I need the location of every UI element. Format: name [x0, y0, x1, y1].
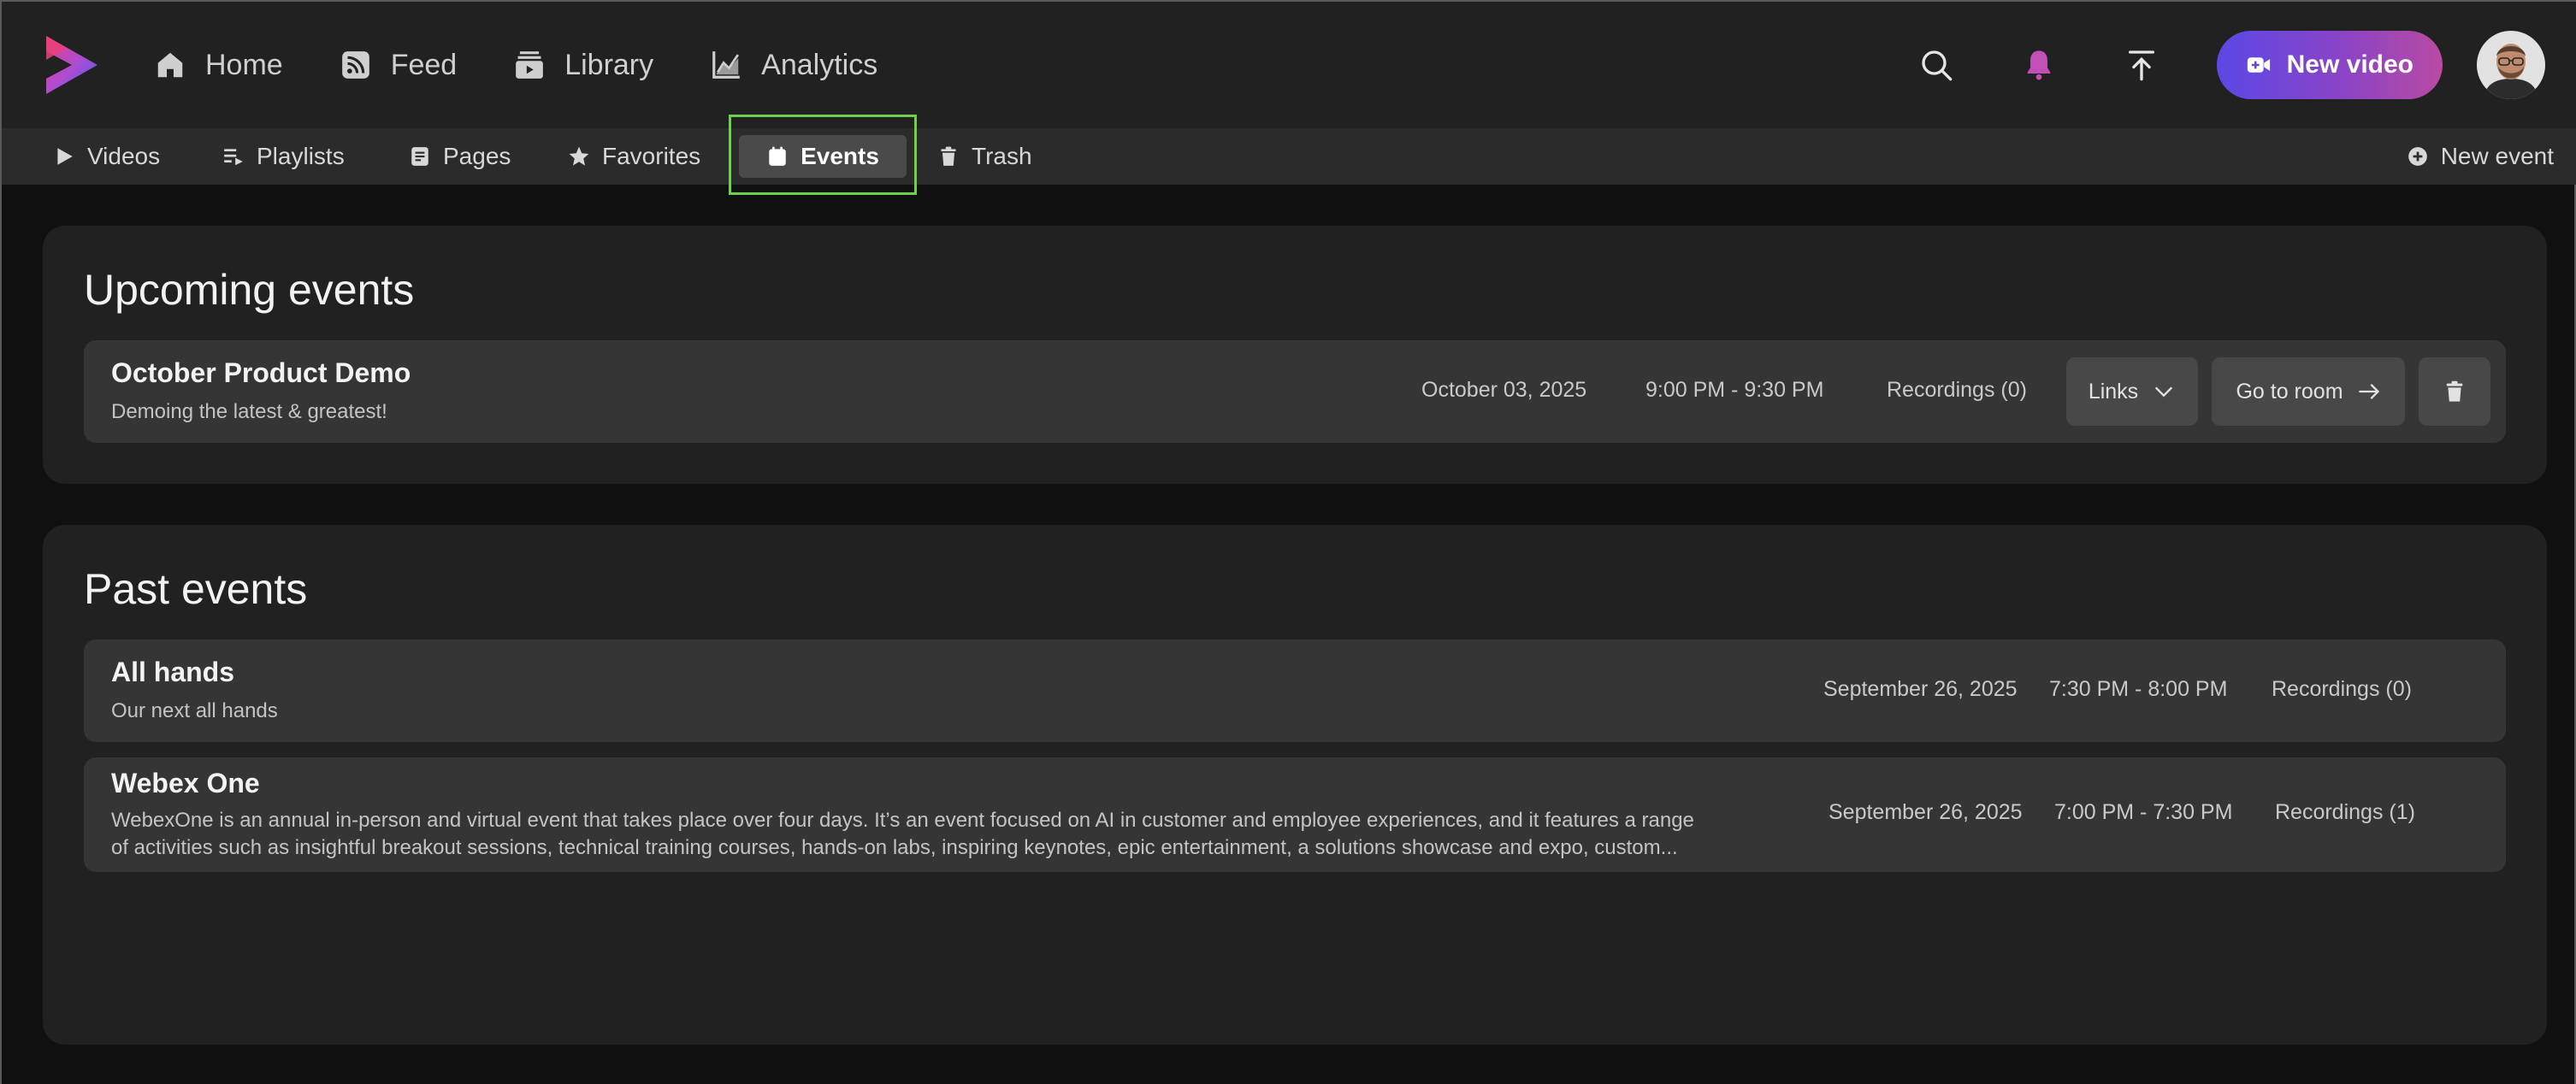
page-icon: [411, 147, 428, 166]
plus-circle-icon: [2408, 147, 2427, 166]
nav-home[interactable]: Home: [147, 31, 290, 99]
tab-favorites[interactable]: Favorites: [556, 135, 712, 178]
tab-trash-label: Trash: [972, 143, 1032, 169]
new-video-label: New video: [2286, 50, 2414, 79]
event-date: October 03, 2025: [1421, 378, 1587, 402]
event-row[interactable]: October Product Demo Demoing the latest …: [84, 340, 2506, 443]
event-recordings[interactable]: Recordings (1): [2275, 800, 2415, 825]
tab-trash[interactable]: Trash: [925, 135, 1044, 178]
new-event-label: New event: [2440, 143, 2554, 169]
video-camera-icon: [2247, 57, 2270, 73]
event-recordings[interactable]: Recordings (0): [2272, 677, 2412, 702]
top-actions: New video: [1909, 2, 2545, 128]
event-description: Our next all hands: [111, 699, 278, 722]
search-button[interactable]: [1909, 38, 1964, 92]
app-window: Home Feed Library Analytics New video Vi…: [0, 0, 2576, 1084]
tab-playlists-label: Playlists: [257, 143, 345, 169]
arrow-right-icon: [2358, 384, 2379, 399]
upload-button[interactable]: [2114, 38, 2169, 92]
new-event-button[interactable]: New event: [2395, 135, 2566, 178]
rss-icon: [341, 51, 369, 79]
nav-feed[interactable]: Feed: [333, 31, 464, 99]
trash-icon: [941, 146, 956, 166]
event-name: Webex One: [111, 768, 260, 798]
event-time: 7:00 PM - 7:30 PM: [2054, 800, 2233, 824]
nav-home-label: Home: [205, 48, 283, 81]
playlist-icon: [224, 149, 243, 166]
upload-icon: [2128, 50, 2154, 81]
tab-videos[interactable]: Videos: [41, 135, 172, 178]
tab-events[interactable]: Events: [739, 135, 907, 178]
chevron-down-icon: [2155, 386, 2173, 398]
app-logo-icon[interactable]: [41, 31, 103, 99]
event-row[interactable]: All hands Our next all hands September 2…: [84, 639, 2506, 742]
go-to-room-button[interactable]: Go to room: [2212, 357, 2405, 426]
go-to-room-label: Go to room: [2236, 379, 2343, 404]
past-events-section: Past events All hands Our next all hands…: [43, 525, 2547, 1045]
top-bar: Home Feed Library Analytics New video: [2, 2, 2576, 128]
sub-nav: Videos Playlists Pages Favorites Events …: [2, 128, 2576, 185]
user-photo-icon: [2477, 31, 2545, 99]
event-description-line-2: of activities such as insightful breakou…: [111, 836, 1678, 859]
event-name: October Product Demo: [111, 357, 411, 388]
trash-icon: [2446, 380, 2463, 402]
tab-playlists[interactable]: Playlists: [210, 135, 357, 178]
tab-pages-label: Pages: [443, 143, 511, 169]
play-icon: [57, 148, 73, 165]
search-icon: [1921, 50, 1952, 81]
nav-library-label: Library: [564, 48, 654, 81]
event-description: Demoing the latest & greatest!: [111, 400, 387, 423]
event-row[interactable]: Webex One WebexOne is an annual in-perso…: [84, 757, 2506, 872]
star-icon: [569, 146, 589, 166]
calendar-icon: [769, 146, 786, 166]
chart-icon: [712, 51, 740, 79]
home-icon: [157, 52, 183, 78]
event-description-line-1: WebexOne is an annual in-person and virt…: [111, 809, 1694, 832]
event-recordings[interactable]: Recordings (0): [1887, 378, 2027, 403]
new-video-button[interactable]: New video: [2216, 31, 2443, 99]
tab-pages[interactable]: Pages: [397, 135, 523, 178]
nav-feed-label: Feed: [390, 48, 458, 81]
delete-event-button[interactable]: [2419, 357, 2490, 426]
links-dropdown[interactable]: Links: [2066, 357, 2198, 426]
nav-library[interactable]: Library: [506, 31, 660, 99]
tab-favorites-label: Favorites: [602, 143, 701, 169]
main-nav: Home Feed Library Analytics: [147, 2, 927, 128]
event-name: All hands: [111, 657, 235, 687]
upcoming-events-section: Upcoming events October Product Demo Dem…: [43, 226, 2547, 484]
event-date: September 26, 2025: [1823, 677, 2018, 701]
notifications-button[interactable]: [2012, 38, 2066, 92]
tab-events-label: Events: [801, 143, 879, 169]
avatar[interactable]: [2477, 31, 2545, 99]
tab-videos-label: Videos: [87, 143, 161, 169]
bell-icon: [2027, 50, 2050, 80]
event-date: September 26, 2025: [1829, 800, 2023, 824]
nav-analytics[interactable]: Analytics: [703, 31, 884, 99]
event-time: 7:30 PM - 8:00 PM: [2049, 677, 2228, 701]
links-label: Links: [2088, 379, 2139, 404]
past-events-title: Past events: [84, 565, 308, 613]
library-icon: [516, 51, 544, 79]
nav-analytics-label: Analytics: [761, 48, 878, 81]
upcoming-events-title: Upcoming events: [84, 266, 415, 314]
event-time: 9:00 PM - 9:30 PM: [1645, 378, 1824, 402]
